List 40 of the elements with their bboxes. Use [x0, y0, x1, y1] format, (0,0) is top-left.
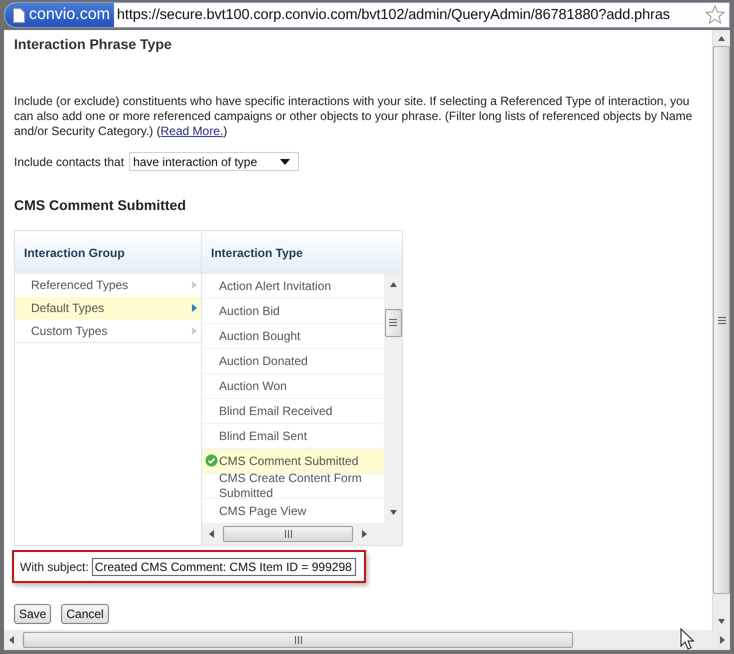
scroll-thumb[interactable]: [223, 526, 353, 542]
url-text: https://secure.bvt100.corp.convio.com/bvt102/admin/QueryAdmin/86781880?add.phras: [116, 7, 671, 23]
read-more-link[interactable]: Read More.: [160, 124, 224, 138]
page-title: Interaction Phrase Type: [14, 36, 173, 52]
caret-icon: [280, 158, 290, 164]
group-item[interactable]: Default Types: [15, 297, 201, 320]
scroll-thumb[interactable]: [23, 632, 573, 648]
scroll-right-icon[interactable]: [719, 636, 726, 644]
grip-icon: [294, 636, 302, 644]
subject-label: With subject:: [20, 560, 89, 574]
scroll-up-icon[interactable]: [390, 280, 396, 288]
grip-icon: [718, 316, 726, 324]
chevron-icon[interactable]: [191, 304, 198, 312]
type-item[interactable]: CMS Create Content Form Submitted: [202, 474, 384, 499]
address-bar[interactable]: convio.com https://secure.bvt100.corp.convio.com/bvt102/admin/QueryAdmin/86781880?add.phras: [4, 2, 730, 28]
scroll-up-icon[interactable]: [718, 34, 725, 42]
vertical-scrollbar[interactable]: [384, 274, 402, 523]
scroll-thumb[interactable]: [384, 308, 402, 336]
scroll-down-icon[interactable]: [718, 618, 725, 626]
scroll-left-icon[interactable]: [8, 636, 15, 644]
scroll-right-icon[interactable]: [361, 530, 368, 538]
site-name: convio.com: [29, 6, 110, 24]
description-text: Include (or exclude) constituents who have specific interactions with your site. If selecting a Referenced Type of interaction, you can also add one or more referenced campaigns or other objects to your phrase. (Filter long lists of referenced objects by Name and/or Security Category.) (Read More.): [14, 94, 694, 139]
type-item[interactable]: CMS Comment Submitted: [202, 449, 384, 474]
check-icon: [205, 454, 218, 467]
horizontal-scrollbar[interactable]: [202, 523, 402, 545]
include-dropdown[interactable]: have interaction of type: [129, 152, 300, 171]
grip-icon: [389, 318, 397, 327]
page-icon: [13, 8, 25, 22]
form-button[interactable]: Save: [14, 604, 52, 624]
mouse-pointer-icon: [680, 628, 694, 650]
subject-input[interactable]: Created CMS Comment: CMS Item ID = 999298: [92, 558, 356, 576]
star-icon[interactable]: [705, 5, 725, 25]
scroll-left-icon[interactable]: [208, 530, 215, 538]
grip-icon: [284, 530, 292, 538]
scroll-down-icon[interactable]: [390, 509, 396, 517]
include-label: Include contacts that: [14, 154, 124, 168]
page-horizontal-scrollbar[interactable]: [4, 630, 730, 650]
section-title: CMS Comment Submitted: [14, 197, 187, 213]
form-button[interactable]: Cancel: [61, 604, 109, 624]
